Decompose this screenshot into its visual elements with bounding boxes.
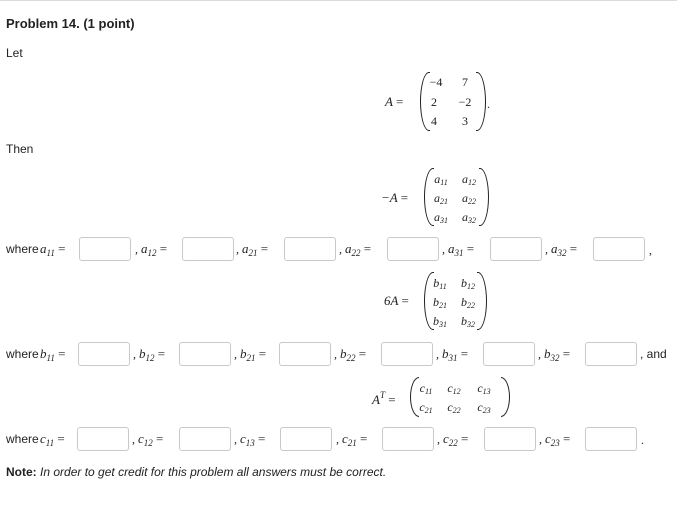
matrix-6a-cell: b21 bbox=[433, 295, 447, 310]
matrix-neg-a-cell: a32 bbox=[462, 210, 476, 225]
note: Note: In order to get credit for this pr… bbox=[6, 465, 386, 479]
matrix-neg-a-cell: a11 bbox=[434, 172, 448, 187]
c12-input[interactable] bbox=[179, 427, 231, 451]
problem-title: Problem 14. (1 point) bbox=[6, 16, 135, 31]
matrix-neg-a-label: −A = bbox=[381, 190, 409, 205]
a11-input[interactable] bbox=[79, 237, 131, 261]
matrix-a-cell: 3 bbox=[462, 114, 468, 128]
matrix-at-cell: c12 bbox=[447, 381, 461, 396]
b31-input[interactable] bbox=[483, 342, 535, 366]
note-text: In order to get credit for this problem … bbox=[40, 465, 387, 479]
a22-input[interactable] bbox=[387, 237, 439, 261]
matrix-at-label: AT = bbox=[372, 390, 396, 407]
b32-input[interactable] bbox=[585, 342, 637, 366]
b12-input[interactable] bbox=[179, 342, 231, 366]
b11-label: b11 = bbox=[40, 346, 66, 363]
a22-label: , a22 = bbox=[339, 241, 372, 258]
matrix-a-cell: −2 bbox=[458, 95, 472, 109]
where-c-text: where bbox=[6, 432, 39, 446]
a32-input[interactable] bbox=[593, 237, 645, 261]
b21-input[interactable] bbox=[279, 342, 331, 366]
matrix-a-cell: 2 bbox=[431, 95, 437, 109]
matrix-6a-cell: b11 bbox=[433, 276, 447, 291]
matrix-6a-cell: b32 bbox=[461, 314, 475, 329]
let-text: Let bbox=[6, 46, 23, 60]
c21-label: , c21 = bbox=[336, 431, 368, 448]
c12-label: , c12 = bbox=[132, 431, 164, 448]
matrix-at-cell: c21 bbox=[419, 400, 433, 415]
matrix-at-cell: c11 bbox=[419, 381, 433, 396]
matrix-6a-cell: b12 bbox=[461, 276, 475, 291]
c23-label: , c23 = bbox=[539, 431, 571, 448]
matrix-neg-a-cell: a12 bbox=[462, 172, 476, 187]
note-label: Note: bbox=[6, 465, 37, 479]
matrix-at-cell: c23 bbox=[477, 400, 491, 415]
c13-label: , c13 = bbox=[234, 431, 266, 448]
then-text: Then bbox=[6, 142, 34, 156]
where-b-text: where bbox=[6, 347, 39, 361]
matrix-a-right-paren bbox=[476, 72, 486, 131]
a21-input[interactable] bbox=[284, 237, 336, 261]
c11-input[interactable] bbox=[77, 427, 129, 451]
c13-input[interactable] bbox=[280, 427, 332, 451]
matrix-a-period: . bbox=[487, 97, 490, 111]
matrix-a-cell: 7 bbox=[462, 75, 468, 89]
c23-input[interactable] bbox=[585, 427, 637, 451]
matrix-neg-a-cell: a31 bbox=[434, 210, 448, 225]
row-a-comma: , bbox=[649, 243, 652, 257]
matrix-a-cell: −4 bbox=[429, 75, 443, 89]
matrix-6a-label: 6A = bbox=[384, 293, 409, 308]
matrix-neg-a-cell: a22 bbox=[462, 191, 476, 206]
b22-input[interactable] bbox=[381, 342, 433, 366]
matrix-a-label: A = bbox=[385, 94, 404, 109]
c22-input[interactable] bbox=[484, 427, 536, 451]
matrix-at-right-paren bbox=[501, 377, 510, 417]
top-divider bbox=[0, 0, 677, 1]
c21-input[interactable] bbox=[382, 427, 434, 451]
c11-label: c11 = bbox=[40, 431, 65, 448]
a21-label: , a21 = bbox=[236, 241, 269, 258]
matrix-at-cell: c22 bbox=[447, 400, 461, 415]
problem-points: (1 point) bbox=[83, 16, 135, 31]
where-a-text: where bbox=[6, 242, 39, 256]
a12-input[interactable] bbox=[182, 237, 234, 261]
matrix-6a-cell: b22 bbox=[461, 295, 475, 310]
b32-label: , b32 = bbox=[538, 346, 571, 363]
matrix-a-cell: 4 bbox=[431, 114, 437, 128]
b21-label: , b21 = bbox=[234, 346, 267, 363]
matrix-neg-a-cell: a21 bbox=[434, 191, 448, 206]
a11-label: a11 = bbox=[40, 241, 66, 258]
b11-input[interactable] bbox=[78, 342, 130, 366]
and-text: , and bbox=[640, 347, 667, 361]
problem-number: Problem 14. bbox=[6, 16, 80, 31]
b12-label: , b12 = bbox=[133, 346, 166, 363]
matrix-6a-cell: b31 bbox=[433, 314, 447, 329]
c22-label: , c22 = bbox=[437, 431, 469, 448]
b22-label: , b22 = bbox=[334, 346, 367, 363]
a12-label: , a12 = bbox=[135, 241, 168, 258]
matrix-at-cell: c13 bbox=[477, 381, 491, 396]
b31-label: , b31 = bbox=[436, 346, 469, 363]
row-c-period: . bbox=[641, 433, 644, 447]
a32-label: , a32 = bbox=[545, 241, 578, 258]
a31-input[interactable] bbox=[490, 237, 542, 261]
a31-label: , a31 = bbox=[442, 241, 475, 258]
